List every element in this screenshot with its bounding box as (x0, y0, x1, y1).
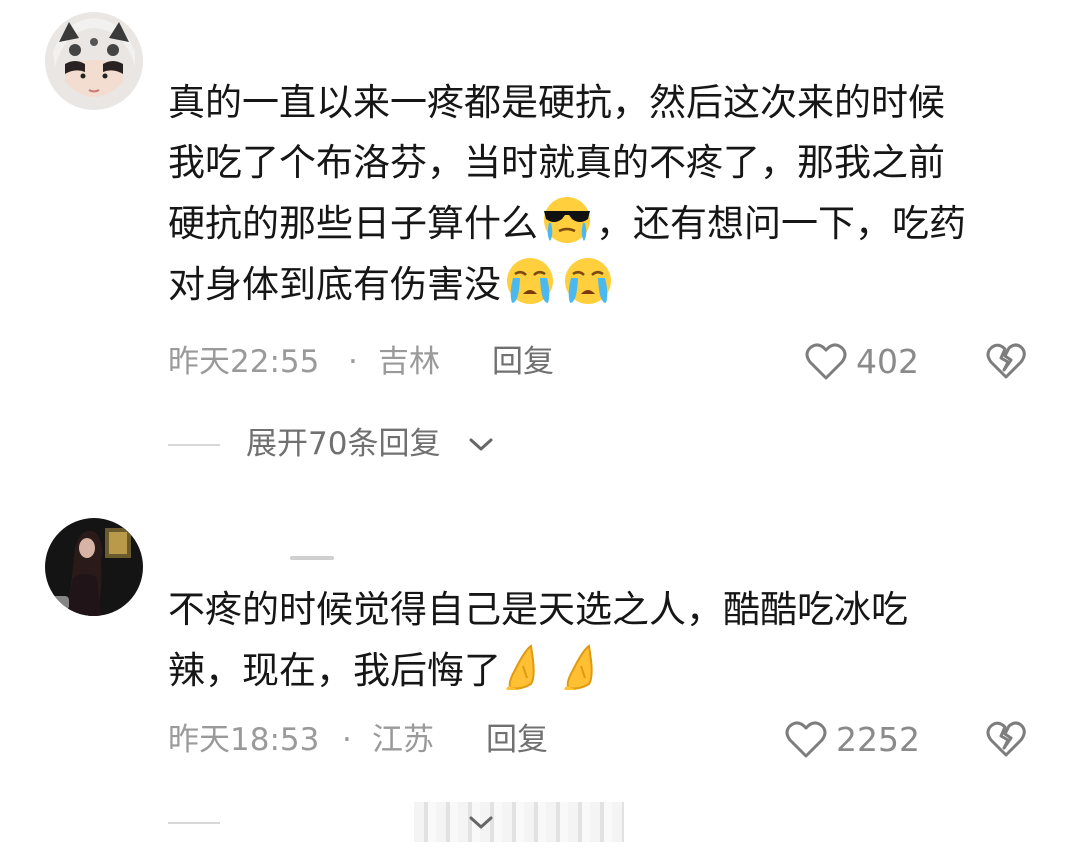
folded-hands-emoji (501, 640, 559, 692)
comment-item: 不疼的时候觉得自己是天选之人，酷酷吃冰吃 辣，现在，我后悔了 昨天18:53 ·… (0, 500, 1080, 853)
loudly-crying-emoji (559, 254, 617, 306)
dislike-button[interactable] (985, 718, 1027, 760)
like-count: 402 (856, 341, 919, 381)
expand-replies: 展开70条回复 (168, 424, 768, 464)
expand-replies-button[interactable] (414, 802, 624, 842)
username[interactable] (290, 556, 334, 560)
comment-text-line: 不疼的时候觉得自己是天选之人，酷酷吃冰吃 (168, 588, 908, 631)
avatar[interactable] (45, 518, 143, 616)
comment-text-line: 辣，现在，我后悔了 (168, 640, 1048, 701)
comment-text-segment: ，还有想问一下，吃药 (596, 202, 966, 245)
comment-meta: 昨天18:53 · 江苏 回复 (168, 720, 1068, 760)
like-button[interactable]: 2252 (784, 718, 920, 760)
avatar[interactable] (45, 12, 143, 110)
comment-text-line: 我吃了个布洛芬，当时就真的不疼了，那我之前 (168, 141, 945, 184)
reply-button[interactable]: 回复 (492, 342, 554, 382)
comment-meta: 昨天22:55 · 吉林 回复 (168, 342, 1068, 382)
divider-line (168, 444, 220, 446)
broken-heart-icon (986, 343, 1026, 379)
comment-text: 不疼的时候觉得自己是天选之人，酷酷吃冰吃 辣，现在，我后悔了 (168, 580, 1048, 701)
like-count: 2252 (836, 719, 920, 759)
loudly-crying-emoji (501, 254, 559, 306)
sunglasses-crying-emoji (538, 193, 596, 245)
comment-text-segment: 硬抗的那些日子算什么 (168, 202, 538, 245)
comment-time: 昨天22:55 (168, 344, 320, 380)
reply-button[interactable]: 回复 (486, 720, 548, 760)
dislike-button[interactable] (985, 340, 1027, 382)
comment-text-line: 真的一直以来一疼都是硬抗，然后这次来的时候 (168, 81, 945, 124)
chevron-down-icon[interactable] (468, 814, 494, 832)
comment-text-segment: 辣，现在，我后悔了 (168, 649, 501, 692)
divider-line (168, 822, 220, 824)
expand-replies-button[interactable]: 展开70条回复 (246, 424, 440, 464)
comment-time: 昨天18:53 (168, 722, 320, 758)
folded-hands-emoji (559, 640, 617, 692)
comment-item: 真的一直以来一疼都是硬抗，然后这次来的时候 我吃了个布洛芬，当时就真的不疼了，那… (0, 0, 1080, 500)
separator-dot: · (348, 344, 358, 380)
expand-replies (168, 802, 768, 842)
separator-dot: · (342, 722, 352, 758)
comment-location: 江苏 (372, 722, 434, 758)
comment-location: 吉林 (378, 344, 440, 380)
comment-text: 真的一直以来一疼都是硬抗，然后这次来的时候 我吃了个布洛芬，当时就真的不疼了，那… (168, 73, 1048, 315)
broken-heart-icon (986, 721, 1026, 757)
like-button[interactable]: 402 (804, 340, 919, 382)
comment-text-segment: 对身体到底有伤害没 (168, 263, 501, 306)
chevron-down-icon[interactable] (468, 436, 494, 454)
heart-outline-icon (805, 343, 847, 380)
heart-outline-icon (785, 721, 827, 758)
comment-text-line: 硬抗的那些日子算什么 ，还有想问一下，吃药 (168, 193, 1048, 254)
comment-text-line: 对身体到底有伤害没 (168, 254, 1048, 315)
